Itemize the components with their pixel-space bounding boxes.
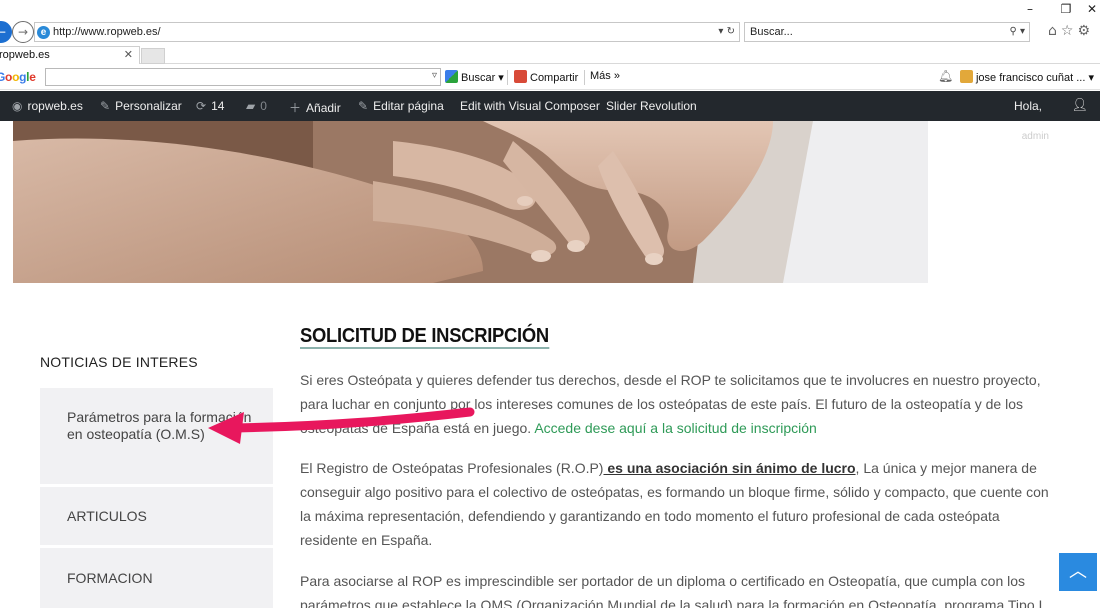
tab-ropweb[interactable]: ropweb.es ✕ (0, 46, 140, 64)
minimize-icon[interactable]: – (1012, 2, 1048, 16)
close-window-icon[interactable]: ✕ (1084, 2, 1100, 16)
admin-bar-site[interactable]: ◉ ropweb.es (12, 99, 83, 113)
google-mas-button[interactable]: Más » (590, 70, 620, 82)
address-bar[interactable]: e http://www.ropweb.es/ ▾ ↻ (34, 22, 740, 42)
google-search-icon (445, 70, 458, 83)
ie-logo-icon: e (37, 26, 50, 39)
google-search-input[interactable]: ▿ (45, 68, 441, 86)
sidebar-item-label: ARTICULOS (67, 508, 147, 524)
sidebar-item-label: Parámetros para la formación en osteopat… (67, 409, 252, 442)
admin-bar-comments[interactable]: ▰ 0 (246, 99, 267, 113)
admin-bar-anadir[interactable]: ＋ Añadir (289, 99, 341, 116)
google-compartir-button[interactable]: Compartir (514, 70, 578, 84)
admin-bar-greeting[interactable]: Hola, (1014, 99, 1042, 113)
user-icon[interactable]: 👤︎ (1071, 98, 1088, 113)
new-tab-button[interactable] (141, 48, 165, 64)
forward-icon[interactable]: → (12, 21, 34, 43)
google-toolbar: Google ▿ Buscar ▾ Compartir Más » 🔔︎ jos… (0, 65, 1100, 90)
avatar (959, 70, 973, 83)
sidebar-item-formacion[interactable]: FORMACION (40, 548, 273, 608)
inscription-link[interactable]: Accede dese aquí a la solicitud de inscr… (534, 420, 817, 436)
sidebar-item-parametros[interactable]: Parámetros para la formación en osteopat… (40, 388, 273, 484)
window-controls: – ❐ ✕ (1012, 2, 1100, 16)
sidebar-item-label: FORMACION (67, 570, 153, 586)
membership-paragraph: Para asociarse al ROP es imprescindible … (300, 573, 1043, 608)
page-title: SOLICITUD DE INSCRIPCIÓN (300, 325, 549, 349)
bell-icon[interactable]: 🔔︎ (938, 69, 953, 83)
back-icon[interactable]: ← (0, 21, 12, 43)
pencil-icon: ✎ (358, 99, 369, 113)
google-logo: Google (0, 70, 36, 84)
dashboard-icon: ◉ (12, 99, 23, 113)
refresh-icon[interactable]: ▾ ↻ (718, 23, 735, 41)
comment-icon: ▰ (246, 99, 256, 113)
google-buscar-button[interactable]: Buscar ▾ (445, 70, 504, 84)
chevron-up-icon: ︿ (1069, 561, 1087, 582)
wp-admin-bar: ◉ ropweb.es ✎ Personalizar ⟳ 14 ▰ 0 ＋ Añadir … (0, 91, 1100, 121)
search-placeholder: Buscar... (750, 26, 793, 38)
home-icon[interactable]: ⌂ (1048, 23, 1061, 39)
admin-bar-slider-revolution[interactable]: Slider Revolution (606, 99, 697, 113)
admin-bar-updates[interactable]: ⟳ 14 (196, 99, 224, 113)
admin-bar-editar[interactable]: ✎ Editar página (358, 99, 444, 113)
restore-icon[interactable]: ❐ (1048, 2, 1084, 16)
brush-icon: ✎ (100, 99, 111, 113)
nonprofit-highlight: es una asociación sin ánimo de lucro (603, 460, 856, 476)
sidebar-title: NOTICIAS DE INTERES (40, 354, 198, 370)
rop-description-paragraph: El Registro de Osteópatas Profesionales … (300, 456, 1052, 552)
admin-username: admin (1021, 131, 1049, 142)
tab-title: ropweb.es (0, 49, 50, 61)
back-to-top-button[interactable]: ︿ (1059, 553, 1097, 591)
browser-titlebar: ← → e http://www.ropweb.es/ ▾ ↻ Buscar..… (0, 0, 1100, 44)
tab-strip: ropweb.es ✕ (0, 44, 1100, 64)
browser-search-input[interactable]: Buscar... ⚲ ▾ (744, 22, 1030, 42)
ie-toolbar-icons: ⌂☆⚙ (1048, 23, 1094, 39)
rop-text-a: El Registro de Osteópatas Profesionales … (300, 460, 604, 476)
plus-icon: ＋ (289, 101, 302, 115)
updates-icon: ⟳ (196, 99, 207, 113)
sidebar-item-articulos[interactable]: ARTICULOS (40, 487, 273, 545)
favorites-icon[interactable]: ☆ (1061, 23, 1078, 39)
hero-illustration (13, 121, 928, 283)
search-icon[interactable]: ⚲ ▾ (1009, 23, 1025, 41)
share-icon (514, 70, 527, 83)
admin-bar-visual-composer[interactable]: Edit with Visual Composer (460, 99, 600, 113)
close-tab-icon[interactable]: ✕ (124, 47, 133, 64)
chevron-down-icon[interactable]: ▿ (432, 70, 437, 81)
google-user-menu[interactable]: jose francisco cuñat ... ▾ (959, 70, 1094, 84)
screen: ← → e http://www.ropweb.es/ ▾ ↻ Buscar..… (0, 0, 1100, 608)
hero-image (13, 121, 928, 283)
admin-bar-personalizar[interactable]: ✎ Personalizar (100, 99, 182, 113)
address-url: http://www.ropweb.es/ (53, 26, 161, 38)
settings-icon[interactable]: ⚙ (1077, 23, 1094, 39)
intro-paragraph: Si eres Osteópata y quieres defender tus… (300, 368, 1052, 440)
